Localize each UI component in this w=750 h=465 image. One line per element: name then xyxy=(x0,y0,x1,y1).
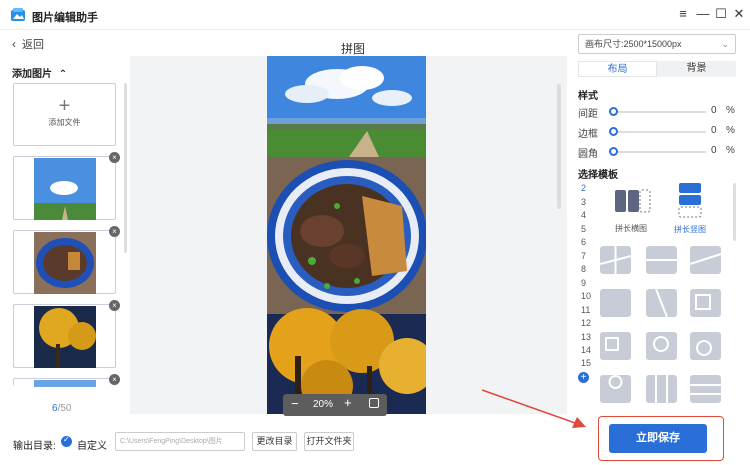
custom-checkbox[interactable]: ✓ xyxy=(61,435,72,447)
image-thumbnail-2[interactable]: × xyxy=(13,226,120,294)
template-count-7[interactable]: 7 xyxy=(581,251,586,261)
open-folder-button[interactable]: 打开文件夹 xyxy=(304,432,354,451)
image-count: 6/50 xyxy=(52,403,71,414)
corner-value: 0 xyxy=(711,145,717,156)
template-count-9[interactable]: 9 xyxy=(581,278,586,288)
image-count-total: /50 xyxy=(57,403,72,414)
sky-field-thumbnail xyxy=(34,158,96,220)
zoom-out-button[interactable]: − xyxy=(291,396,299,411)
tab-background[interactable]: 背景 xyxy=(657,61,736,77)
spacing-slider-handle[interactable] xyxy=(609,107,618,116)
app-logo-icon xyxy=(11,8,25,21)
spacing-label: 间距 xyxy=(578,109,598,120)
zoom-in-button[interactable]: + xyxy=(344,395,352,410)
chevron-left-icon: ‹ xyxy=(12,37,16,51)
long-vertical-template-icon xyxy=(678,183,702,218)
add-file-button[interactable]: + 添加文件 xyxy=(13,83,116,146)
template-count-8[interactable]: 8 xyxy=(581,264,586,274)
corner-track[interactable] xyxy=(614,151,706,153)
minimize-icon[interactable]: — xyxy=(694,5,712,23)
template-count-13[interactable]: 13 xyxy=(581,332,591,342)
zoom-toolbar: − 20% + xyxy=(283,394,387,416)
spacing-value: 0 xyxy=(711,105,717,116)
remove-image-icon[interactable]: × xyxy=(109,374,120,385)
menu-icon[interactable]: ≡ xyxy=(674,5,692,23)
add-file-label: 添加文件 xyxy=(48,118,81,127)
template-count-15[interactable]: 15 xyxy=(581,358,591,368)
template-count-4[interactable]: 4 xyxy=(581,210,586,220)
output-directory-label: 输出目录: xyxy=(13,441,56,452)
template-long-vertical[interactable]: 拼长竖图 xyxy=(670,182,710,234)
tab-layout[interactable]: 布局 xyxy=(578,61,657,77)
border-slider-row: 边框 0 % xyxy=(578,125,735,140)
template-count-12[interactable]: 12 xyxy=(581,318,591,328)
spacing-slider-row: 间距 0 % xyxy=(578,105,735,120)
template-long-horizontal-label: 拼长横图 xyxy=(615,224,647,233)
corner-unit: % xyxy=(726,145,735,156)
style-section-title: 样式 xyxy=(578,91,598,102)
border-label: 边框 xyxy=(578,129,598,140)
border-slider-handle[interactable] xyxy=(609,127,618,136)
zoom-value: 20% xyxy=(313,399,334,410)
chevron-down-icon: ⌄ xyxy=(721,39,729,49)
add-count-icon[interactable]: + xyxy=(578,372,589,383)
template-count-3[interactable]: 3 xyxy=(581,197,586,207)
change-directory-button[interactable]: 更改目录 xyxy=(252,432,297,451)
template-count-6[interactable]: 6 xyxy=(581,237,586,247)
border-unit: % xyxy=(726,125,735,136)
corner-slider-row: 圆角 0 % xyxy=(578,145,735,160)
spacing-unit: % xyxy=(726,105,735,116)
save-now-button[interactable]: 立即保存 xyxy=(609,424,707,453)
template-count-11[interactable]: 11 xyxy=(581,305,590,315)
template-count-10[interactable]: 10 xyxy=(581,291,591,301)
title-bar xyxy=(0,0,750,30)
plus-icon: + xyxy=(58,95,71,117)
template-count-2[interactable]: 2 xyxy=(581,183,586,193)
border-value: 0 xyxy=(711,125,717,136)
collage-preview[interactable] xyxy=(267,56,426,414)
template-grid[interactable] xyxy=(600,246,724,406)
image-thumbnail-3[interactable]: × xyxy=(13,300,120,368)
image-thumbnail-1[interactable]: × xyxy=(13,152,120,220)
remove-image-icon[interactable]: × xyxy=(109,300,120,311)
template-count-5[interactable]: 5 xyxy=(581,224,586,234)
corner-slider-handle[interactable] xyxy=(609,147,618,156)
food-bowl-thumbnail xyxy=(34,232,96,294)
close-icon[interactable]: ✕ xyxy=(730,5,748,23)
back-label: 返回 xyxy=(22,39,44,51)
add-images-header[interactable]: 添加图片 ⌃ xyxy=(12,65,67,80)
canvas-size-select[interactable]: 画布尺寸:2500*15000px ⌄ xyxy=(578,34,736,54)
remove-image-icon[interactable]: × xyxy=(109,152,120,163)
autumn-tree-thumbnail xyxy=(34,306,96,368)
panel-tabs: 布局 背景 xyxy=(578,61,736,77)
border-track[interactable] xyxy=(614,131,706,133)
maximize-icon[interactable]: ☐ xyxy=(712,5,730,23)
template-long-horizontal[interactable]: 拼长横图 xyxy=(608,186,654,234)
custom-label: 自定义 xyxy=(77,441,107,452)
chevron-up-icon: ⌃ xyxy=(58,69,68,80)
long-horizontal-template-icon xyxy=(615,189,651,213)
spacing-track[interactable] xyxy=(614,111,706,113)
add-images-label: 添加图片 xyxy=(12,69,52,80)
thumbnail-scrollbar[interactable] xyxy=(124,83,127,253)
corner-label: 圆角 xyxy=(578,149,598,160)
canvas-scrollbar[interactable] xyxy=(557,84,561,209)
template-scrollbar[interactable] xyxy=(733,183,736,241)
image-thumbnail-4[interactable]: × xyxy=(13,374,120,387)
template-count-14[interactable]: 14 xyxy=(581,345,591,355)
canvas-size-value: 画布尺寸:2500*15000px xyxy=(585,39,682,49)
remove-image-icon[interactable]: × xyxy=(109,226,120,237)
back-button[interactable]: ‹ 返回 xyxy=(12,36,44,52)
template-long-vertical-label: 拼长竖图 xyxy=(674,225,706,234)
output-path-field[interactable]: C:\Users\FengPing\Desktop\图片 xyxy=(115,432,245,451)
check-icon: ✓ xyxy=(63,435,70,444)
template-section-title: 选择模板 xyxy=(578,170,618,181)
annotation-arrow xyxy=(481,389,586,428)
fit-screen-icon[interactable] xyxy=(369,398,379,408)
sky-thumbnail xyxy=(34,380,96,387)
page-title: 拼图 xyxy=(341,42,366,56)
app-title: 图片编辑助手 xyxy=(32,12,98,24)
